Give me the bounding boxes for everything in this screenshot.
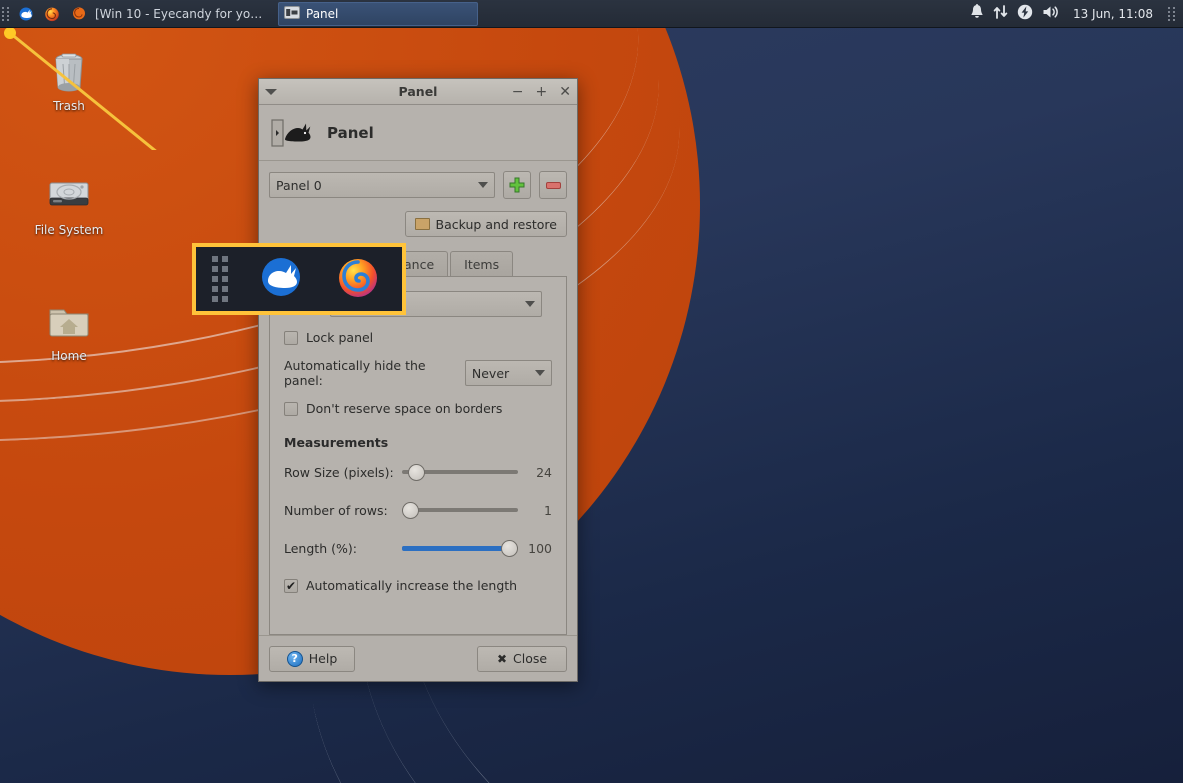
- archive-box-icon: [414, 218, 430, 230]
- help-label: Help: [308, 651, 338, 666]
- power-icon[interactable]: [1017, 4, 1033, 23]
- volume-icon[interactable]: [1042, 4, 1060, 23]
- hard-drive-icon: [45, 170, 93, 218]
- slider-rail: [402, 508, 518, 512]
- dialog-titlebar[interactable]: Panel − + ✕: [259, 79, 577, 105]
- desktop-icon-label: Trash: [53, 99, 85, 113]
- dialog-body: Panel 0 Backup and restore Items Lock pa…: [259, 161, 577, 635]
- desktop-icon-label: Home: [51, 349, 87, 363]
- xfce-mouse-icon: [256, 252, 306, 306]
- task-button-panel-window[interactable]: Panel: [278, 1, 478, 26]
- grip-handle-icon[interactable]: [2, 5, 10, 23]
- length-slider[interactable]: [402, 539, 518, 557]
- number-of-rows-slider[interactable]: [402, 501, 518, 519]
- close-label: Close: [513, 651, 548, 666]
- tab-items[interactable]: Items: [450, 251, 514, 276]
- bell-icon[interactable]: [970, 4, 984, 23]
- autohide-value: Never: [471, 365, 510, 381]
- panel-preferences-dialog: Panel − + ✕ Panel Panel 0 Backup and res…: [258, 78, 578, 682]
- number-of-rows-row: Number of rows: 1: [284, 501, 552, 519]
- panel-preview-callout: [192, 243, 406, 315]
- firefox-icon: [334, 253, 382, 305]
- slider-knob[interactable]: [407, 463, 425, 481]
- desktop-icon-file-system[interactable]: File System: [21, 170, 117, 237]
- backup-and-restore-label: Backup and restore: [435, 216, 557, 232]
- close-x-icon: ✖: [496, 651, 507, 666]
- row-size-label: Row Size (pixels):: [284, 464, 394, 480]
- autohide-row: Automatically hide the panel: Never: [284, 358, 552, 388]
- close-window-button[interactable]: ✕: [559, 85, 571, 99]
- slider-fill: [402, 545, 512, 551]
- row-size-slider[interactable]: [402, 463, 518, 481]
- lock-panel-label: Lock panel: [306, 330, 374, 345]
- trash-icon: [45, 46, 93, 94]
- clock[interactable]: 13 Jun, 11:08: [1069, 7, 1157, 21]
- auto-increase-length-label: Automatically increase the length: [306, 578, 518, 593]
- close-button[interactable]: ✖ Close: [477, 645, 567, 672]
- help-button[interactable]: ? Help: [269, 645, 355, 672]
- system-tray: 13 Jun, 11:08: [970, 4, 1183, 23]
- tab-items-label: Items: [464, 256, 500, 272]
- taskbar: [Win 10 - Eyecandy for your ... Panel 13…: [0, 0, 1183, 28]
- tray-grip-handle-icon[interactable]: [1168, 5, 1176, 23]
- chevron-down-icon: [525, 301, 536, 307]
- number-of-rows-label: Number of rows:: [284, 502, 388, 518]
- backup-restore-row: Backup and restore: [269, 211, 567, 237]
- no-reserve-space-checkbox[interactable]: [284, 401, 298, 416]
- window-menu-caret-icon[interactable]: [265, 88, 277, 95]
- desktop-background: [0, 0, 1183, 783]
- dialog-header-title: Panel: [327, 123, 374, 142]
- panel-select-combo[interactable]: Panel 0: [269, 172, 495, 198]
- desktop-icon-home[interactable]: Home: [21, 296, 117, 363]
- panel-grip-handle-icon: [212, 256, 228, 302]
- chevron-down-icon: [535, 370, 545, 376]
- callout-origin-dot: [4, 27, 16, 39]
- dialog-header: Panel: [259, 105, 577, 161]
- launcher-firefox-icon[interactable]: [43, 5, 61, 23]
- home-folder-icon: [45, 296, 93, 344]
- auto-increase-length-checkbox[interactable]: [284, 578, 298, 593]
- minus-icon: [545, 181, 561, 189]
- row-size-row: Row Size (pixels): 24: [284, 463, 552, 481]
- lock-panel-row[interactable]: Lock panel: [284, 330, 552, 345]
- help-icon: ?: [286, 650, 303, 667]
- autohide-label: Automatically hide the panel:: [284, 358, 426, 388]
- autohide-combo[interactable]: Never: [464, 360, 552, 386]
- task-button-label: [Win 10 - Eyecandy for your ...: [95, 6, 266, 21]
- row-size-value: 24: [536, 464, 552, 480]
- maximize-button[interactable]: +: [536, 85, 548, 99]
- slider-knob[interactable]: [402, 501, 419, 519]
- panel-selector-row: Panel 0: [269, 171, 567, 199]
- display-tab-pane: Mode: Horizontal Lock panel Automaticall…: [269, 277, 567, 635]
- add-panel-button[interactable]: [503, 171, 531, 199]
- length-row: Length (%): 100: [284, 539, 552, 557]
- desktop-icon-label: File System: [34, 223, 104, 237]
- minimize-button[interactable]: −: [512, 85, 524, 99]
- launcher-xfce-mouse-icon[interactable]: [17, 5, 35, 23]
- plus-icon: [509, 177, 525, 193]
- firefox-icon: [71, 5, 89, 23]
- panel-window-icon: [284, 5, 300, 22]
- panel-select-value: Panel 0: [276, 177, 322, 193]
- length-value: 100: [528, 540, 552, 556]
- measurements-section-title: Measurements: [284, 435, 389, 450]
- length-label: Length (%):: [284, 540, 357, 556]
- task-button-firefox-window[interactable]: [Win 10 - Eyecandy for your ...: [66, 2, 276, 26]
- no-reserve-space-label: Don't reserve space on borders: [306, 401, 503, 416]
- no-reserve-space-row[interactable]: Don't reserve space on borders: [284, 401, 552, 416]
- number-of-rows-value: 1: [544, 502, 552, 518]
- remove-panel-button[interactable]: [539, 171, 567, 199]
- dialog-footer: ? Help ✖ Close: [259, 635, 577, 681]
- network-upload-download-icon[interactable]: [993, 4, 1008, 23]
- slider-knob[interactable]: [501, 539, 518, 557]
- desktop-icon-trash[interactable]: Trash: [21, 46, 117, 113]
- chevron-down-icon: [478, 182, 488, 188]
- lock-panel-checkbox[interactable]: [284, 330, 298, 345]
- backup-and-restore-button[interactable]: Backup and restore: [404, 211, 567, 237]
- panel-mouse-icon: [271, 117, 313, 149]
- auto-increase-length-row[interactable]: Automatically increase the length: [284, 578, 552, 593]
- task-button-label: Panel: [306, 6, 339, 21]
